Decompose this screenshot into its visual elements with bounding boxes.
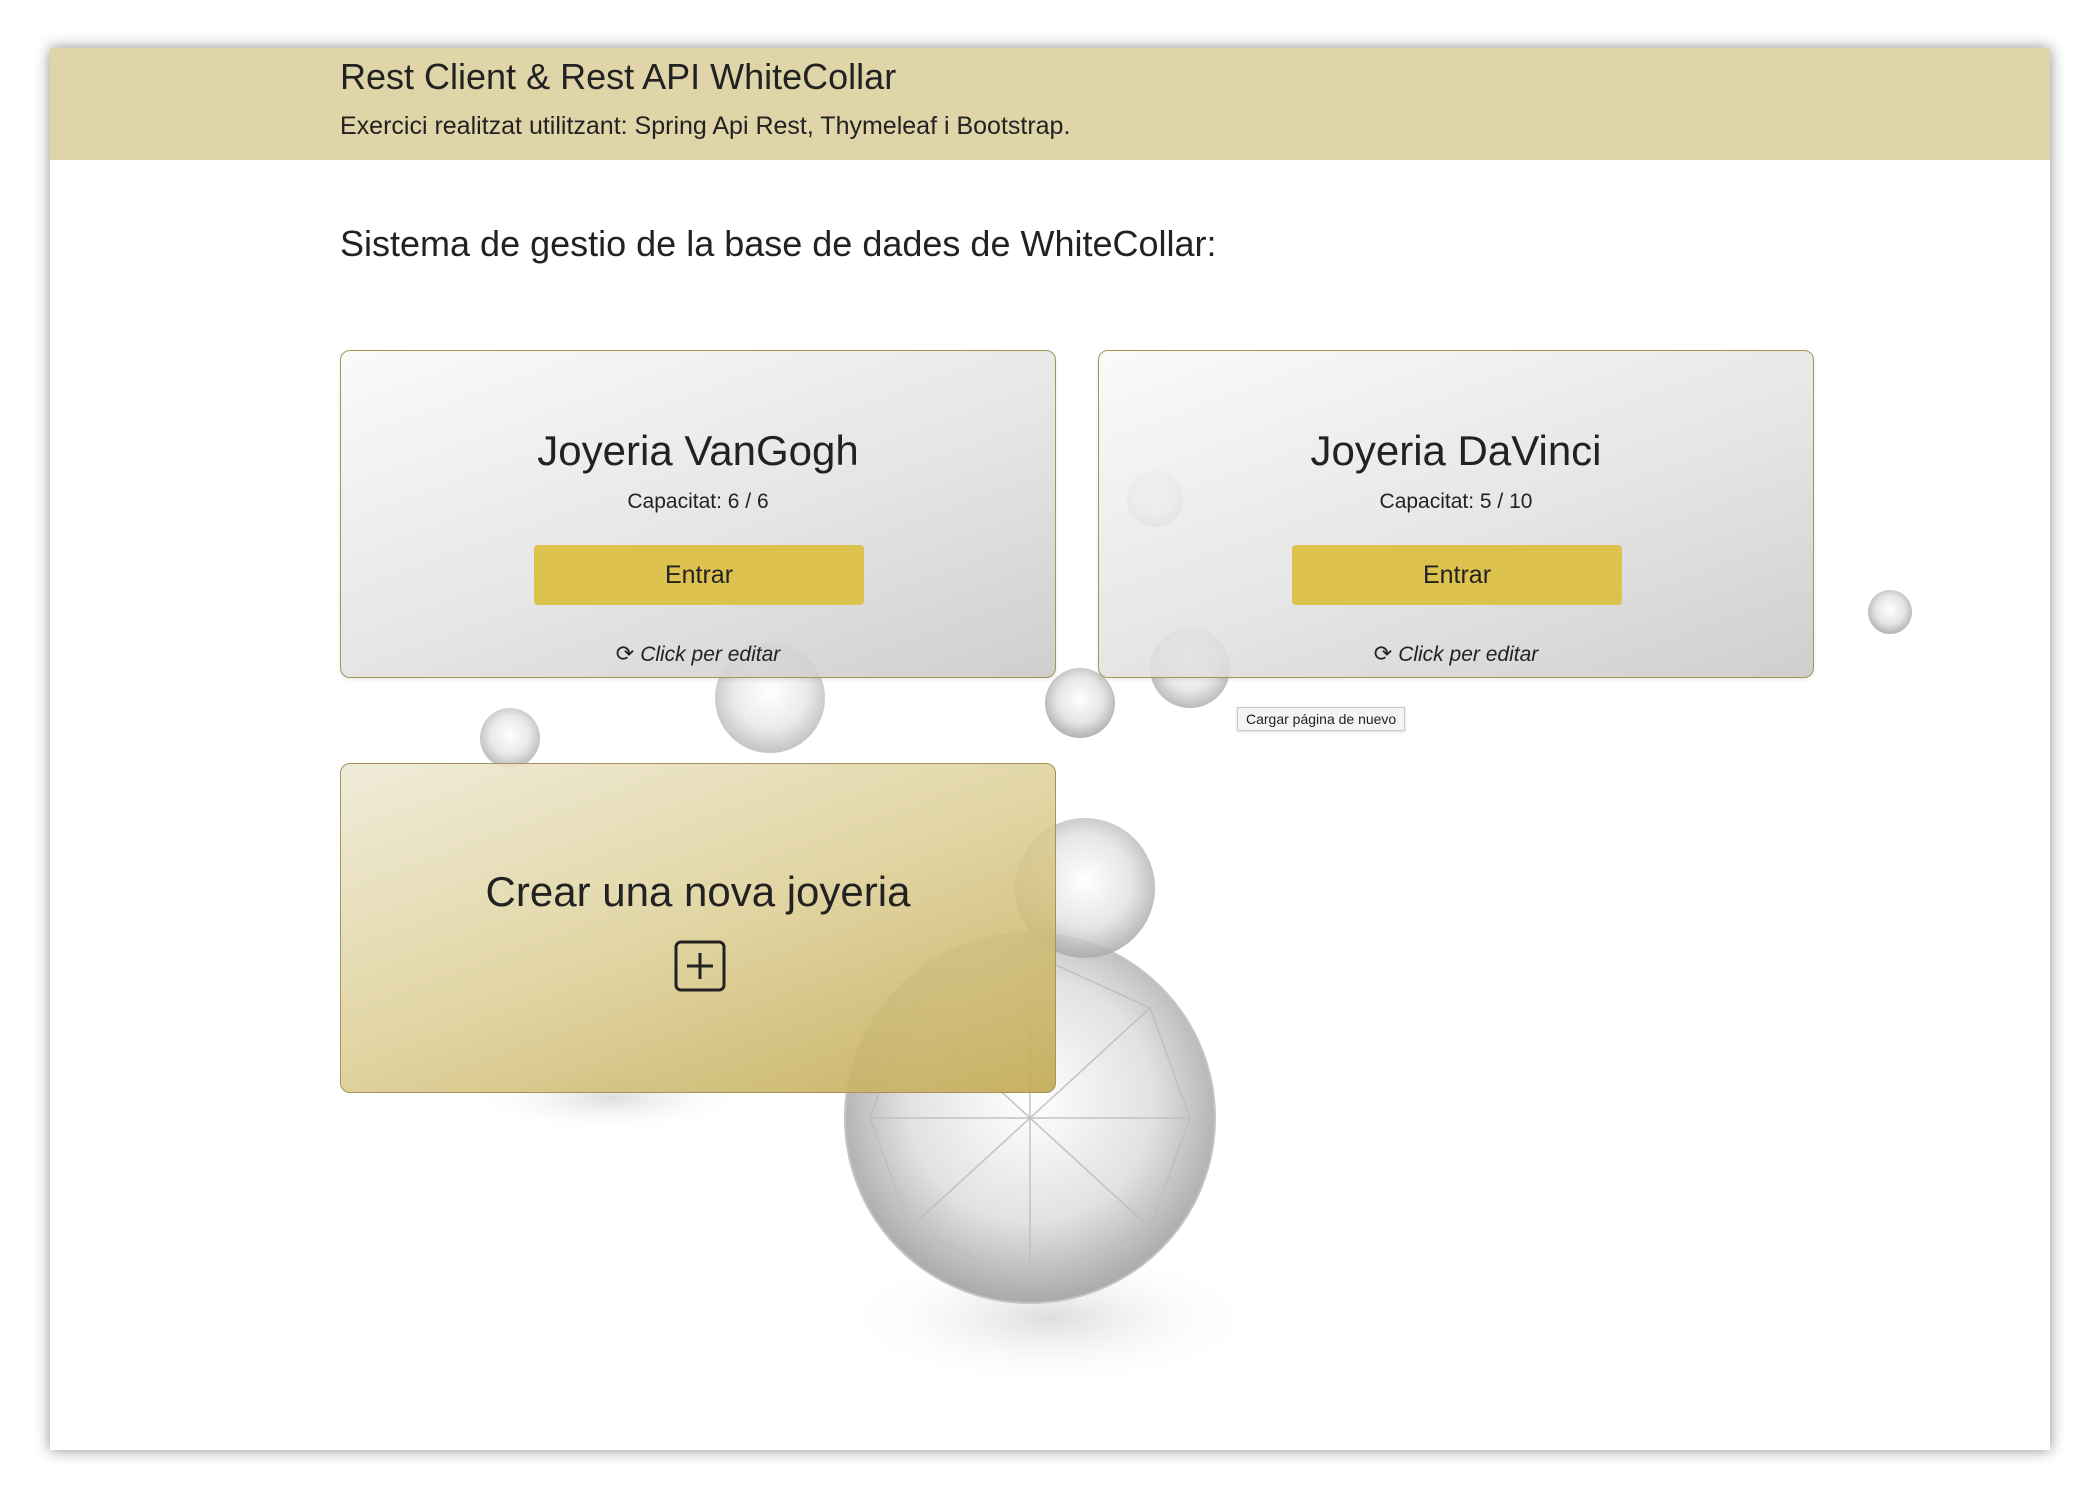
store-name: Joyeria DaVinci (1310, 427, 1602, 474)
app-title: Rest Client & Rest API WhiteCollar (340, 56, 897, 97)
edit-link[interactable]: ⟳ Click per editar (1099, 641, 1813, 667)
edit-link[interactable]: ⟳ Click per editar (341, 641, 1055, 667)
store-name: Joyeria VanGogh (537, 427, 859, 474)
enter-button[interactable]: Entrar (1292, 545, 1622, 605)
create-store-card[interactable]: Crear una nova joyeria (340, 763, 1056, 1093)
app-subtitle: Exercici realitzat utilitzant: Spring Ap… (340, 112, 1071, 140)
edit-link-label: Click per editar (1398, 643, 1539, 666)
reload-icon: ⟳ (1373, 641, 1393, 666)
store-card-vangogh: Joyeria VanGogh Capacitat: 6 / 6 Entrar … (340, 350, 1056, 678)
store-capacity: Capacitat: 6 / 6 (627, 490, 769, 513)
tooltip: Cargar página de nuevo (1237, 707, 1406, 731)
header-bar: Rest Client & Rest API WhiteCollar Exerc… (50, 48, 2050, 160)
page-title: Sistema de gestio de la base de dades de… (340, 223, 1217, 264)
store-card-davinci: Joyeria DaVinci Capacitat: 5 / 10 Entrar… (1098, 350, 1814, 678)
plus-square-icon[interactable] (674, 940, 726, 992)
enter-button[interactable]: Entrar (534, 545, 864, 605)
edit-link-label: Click per editar (640, 643, 781, 666)
create-store-label: Crear una nova joyeria (485, 868, 911, 915)
store-capacity: Capacitat: 5 / 10 (1379, 490, 1533, 513)
reload-icon: ⟳ (615, 641, 635, 666)
browser-page: Rest Client & Rest API WhiteCollar Exerc… (50, 48, 2050, 1450)
